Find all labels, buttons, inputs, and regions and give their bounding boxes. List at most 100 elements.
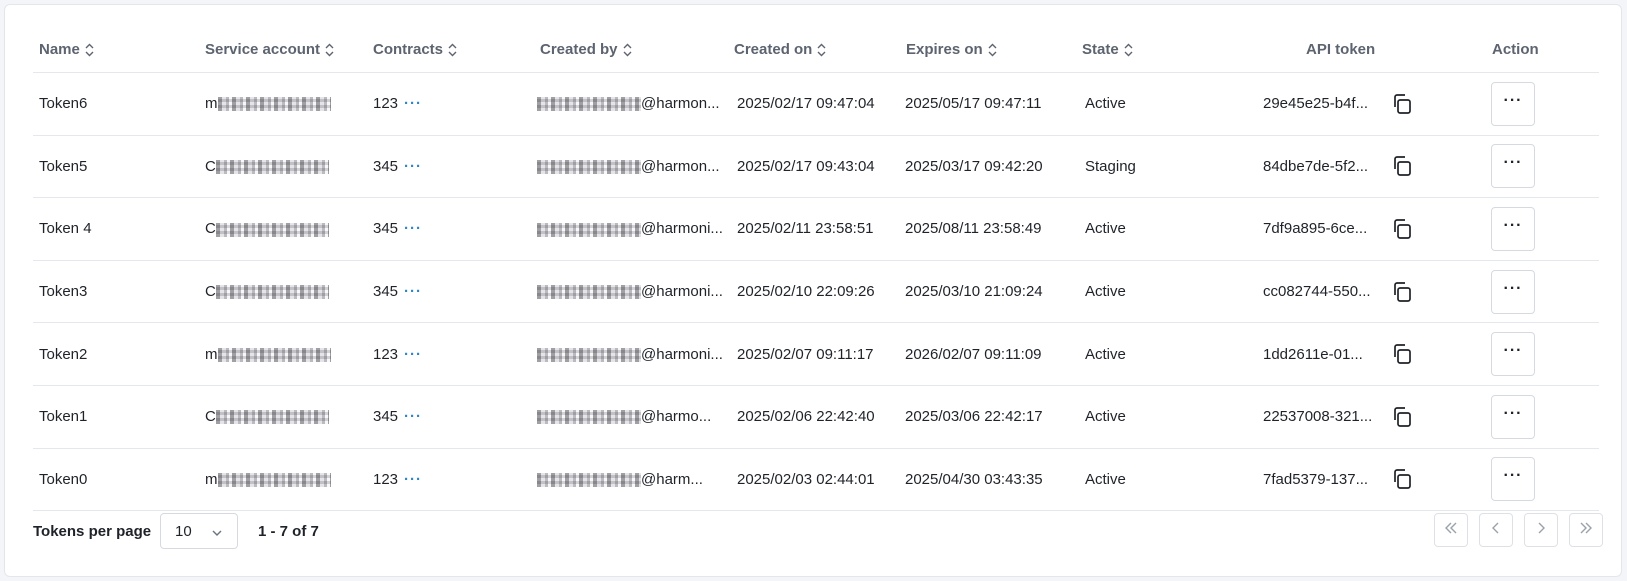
- sort-icon[interactable]: [817, 43, 826, 57]
- expires-on: 2025/03/17 09:42:20: [905, 157, 1043, 175]
- per-page-value: 10: [175, 522, 192, 540]
- service-account: m: [205, 95, 345, 112]
- api-token: 84dbe7de-5f2...: [1263, 157, 1369, 175]
- row-action-button[interactable]: ···: [1491, 394, 1535, 439]
- token-state: Active: [1085, 408, 1126, 426]
- sort-icon[interactable]: [623, 43, 632, 57]
- header-expires-on[interactable]: Expires on: [906, 41, 997, 58]
- redacted-service-account: [215, 222, 329, 237]
- created-by: @harm...: [537, 471, 727, 488]
- service-account-prefix: m: [205, 95, 218, 113]
- sort-icon[interactable]: [85, 43, 94, 57]
- contracts-cell: 345 ···: [373, 408, 493, 425]
- per-page-label: Tokens per page: [33, 522, 152, 540]
- expires-on: 2025/03/06 22:42:17: [905, 408, 1043, 426]
- header-created-on[interactable]: Created on: [734, 41, 826, 58]
- table-row: Token0 m 123 ··· @harm... 2025/02/03 02:44:01…: [33, 449, 1599, 512]
- contracts-more-icon[interactable]: ···: [404, 471, 422, 488]
- table-row: Token1 C 345 ··· @harmo... 2025/02/06 22:42:4…: [33, 386, 1599, 449]
- more-horizontal-icon: ···: [1503, 404, 1523, 422]
- last-page-button[interactable]: [1569, 513, 1603, 547]
- header-service-account[interactable]: Service account: [205, 41, 334, 58]
- created-by-domain: @harmon...: [641, 157, 720, 175]
- row-action-button[interactable]: ···: [1491, 332, 1535, 377]
- header-created-by[interactable]: Created by: [540, 41, 632, 58]
- service-account: C: [205, 158, 345, 175]
- contracts-more-icon[interactable]: ···: [404, 346, 422, 363]
- header-api-token: API token: [1306, 41, 1375, 58]
- prev-page-button[interactable]: [1479, 513, 1513, 547]
- contracts-more-icon[interactable]: ···: [404, 283, 422, 300]
- api-token: 7fad5379-137...: [1263, 470, 1369, 488]
- contracts-cell: 345 ···: [373, 283, 493, 300]
- contracts-cell: 123 ···: [373, 346, 493, 363]
- redacted-created-by: [537, 472, 641, 487]
- contracts-more-icon[interactable]: ···: [404, 95, 422, 112]
- token-state: Active: [1085, 470, 1126, 488]
- chevrons-left-icon: [1443, 521, 1459, 540]
- copy-icon[interactable]: [1388, 215, 1416, 243]
- created-by: @harmoni...: [537, 220, 727, 237]
- table-row: Token6 m 123 ··· @harmon... 2025/02/17 09:47:…: [33, 73, 1599, 136]
- service-account: C: [205, 220, 345, 237]
- contracts-more-icon[interactable]: ···: [404, 220, 422, 237]
- api-token: 1dd2611e-01...: [1263, 345, 1363, 363]
- api-token: cc082744-550...: [1263, 283, 1371, 301]
- per-page-select[interactable]: 10: [160, 513, 238, 549]
- service-account: m: [205, 346, 345, 363]
- expires-on: 2025/08/11 23:58:49: [905, 220, 1042, 238]
- token-state: Active: [1085, 345, 1126, 363]
- service-account-prefix: m: [205, 345, 218, 363]
- header-action: Action: [1492, 41, 1539, 58]
- copy-icon[interactable]: [1388, 340, 1416, 368]
- service-account: C: [205, 408, 345, 425]
- expires-on: 2026/02/07 09:11:09: [905, 345, 1042, 363]
- created-on: 2025/02/03 02:44:01: [737, 470, 875, 488]
- row-action-button[interactable]: ···: [1491, 81, 1535, 126]
- sort-icon[interactable]: [988, 43, 997, 57]
- chevron-right-icon: [1534, 521, 1548, 540]
- copy-icon[interactable]: [1388, 278, 1416, 306]
- row-action-button[interactable]: ···: [1491, 457, 1535, 502]
- created-by-domain: @harmon...: [641, 95, 720, 113]
- contracts-cell: 345 ···: [373, 158, 493, 175]
- header-state[interactable]: State: [1082, 41, 1133, 58]
- contracts-more-icon[interactable]: ···: [404, 408, 422, 425]
- service-account-prefix: C: [205, 283, 216, 301]
- sort-icon[interactable]: [1124, 43, 1133, 57]
- sort-icon[interactable]: [448, 43, 457, 57]
- copy-icon[interactable]: [1388, 403, 1416, 431]
- row-action-button[interactable]: ···: [1491, 144, 1535, 189]
- contracts-cell: 123 ···: [373, 95, 493, 112]
- header-name[interactable]: Name: [39, 41, 94, 58]
- token-state: Staging: [1085, 157, 1136, 175]
- service-account-prefix: C: [205, 408, 216, 426]
- expires-on: 2025/04/30 03:43:35: [905, 470, 1043, 488]
- copy-icon[interactable]: [1388, 90, 1416, 118]
- first-page-button[interactable]: [1434, 513, 1468, 547]
- row-action-button[interactable]: ···: [1491, 269, 1535, 314]
- contracts-cell: 123 ···: [373, 471, 493, 488]
- row-action-button[interactable]: ···: [1491, 206, 1535, 251]
- header-api-token-label: API token: [1306, 41, 1376, 58]
- api-token: 7df9a895-6ce...: [1263, 220, 1368, 238]
- redacted-created-by: [537, 410, 641, 425]
- redacted-service-account: [215, 159, 329, 174]
- tokens-card: Name Service account Contracts Created b…: [4, 4, 1622, 577]
- chevron-left-icon: [1489, 521, 1503, 540]
- copy-icon[interactable]: [1388, 465, 1416, 493]
- contracts-more-icon[interactable]: ···: [404, 158, 422, 175]
- header-contracts[interactable]: Contracts: [373, 41, 457, 58]
- chevron-down-icon: [211, 526, 223, 543]
- copy-icon[interactable]: [1388, 152, 1416, 180]
- created-by: @harmoni...: [537, 283, 727, 300]
- more-horizontal-icon: ···: [1503, 91, 1523, 109]
- service-account-prefix: C: [205, 220, 216, 238]
- next-page-button[interactable]: [1524, 513, 1558, 547]
- table-body: Token6 m 123 ··· @harmon... 2025/02/17 09:47:…: [33, 73, 1599, 512]
- more-horizontal-icon: ···: [1503, 279, 1523, 297]
- token-name: Token 4: [39, 220, 92, 238]
- redacted-created-by: [537, 97, 641, 112]
- created-by: @harmon...: [537, 95, 727, 112]
- sort-icon[interactable]: [325, 43, 334, 57]
